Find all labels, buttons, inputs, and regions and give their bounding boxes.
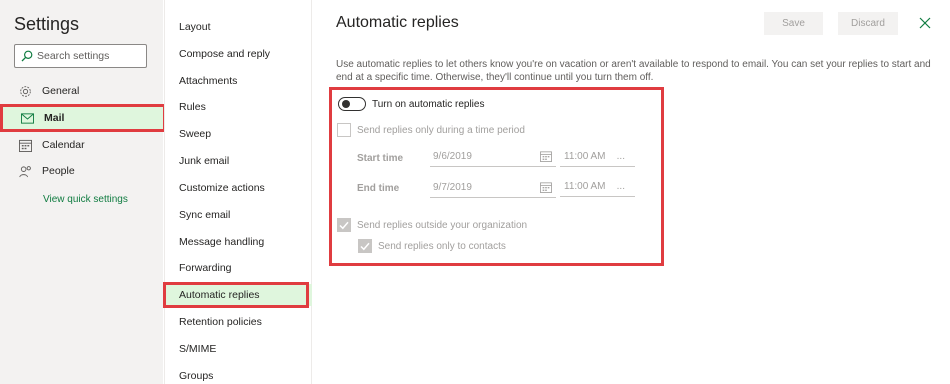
nav-item-calendar[interactable]: Calendar [0, 133, 163, 157]
page-title: Automatic replies [336, 14, 459, 31]
search-settings-box[interactable] [14, 44, 147, 68]
discard-button[interactable]: Discard [838, 12, 898, 35]
sub-item-forwarding[interactable]: Forwarding [165, 257, 312, 279]
sub-item-rules[interactable]: Rules [165, 96, 312, 118]
save-button[interactable]: Save [764, 12, 823, 35]
nav-item-mail[interactable]: Mail [0, 104, 166, 132]
automatic-replies-toggle-row[interactable]: Turn on automatic replies [338, 97, 484, 111]
settings-sidebar: Settings General Mail Calendar People Vi… [0, 0, 166, 384]
automatic-replies-toggle[interactable] [338, 97, 366, 111]
mail-icon [20, 111, 34, 125]
outside-org-row[interactable]: Send replies outside your organization [337, 218, 527, 232]
start-date-field[interactable]: 9/6/2019 [430, 147, 556, 167]
end-time-label: End time [357, 183, 400, 194]
sub-item-retention-policies[interactable]: Retention policies [165, 311, 312, 333]
outside-org-label: Send replies outside your organization [357, 219, 528, 231]
people-icon [18, 164, 32, 178]
outside-org-checkbox[interactable] [337, 218, 351, 232]
calendar-icon [18, 138, 32, 152]
end-time-field[interactable]: 11:00 AM ... [560, 177, 635, 197]
sub-item-junk-email[interactable]: Junk email [165, 150, 312, 172]
sub-item-automatic-replies-label: Automatic replies [179, 289, 260, 301]
search-icon [21, 50, 33, 62]
sub-item-attachments[interactable]: Attachments [165, 70, 312, 92]
start-date-value: 9/6/2019 [433, 151, 472, 162]
end-time-value: 11:00 AM [564, 181, 606, 192]
time-period-row[interactable]: Send replies only during a time period [337, 123, 525, 137]
mail-settings-list: Layout Compose and reply Attachments Rul… [163, 0, 312, 384]
close-icon[interactable] [917, 15, 933, 31]
calendar-icon[interactable] [540, 151, 552, 162]
start-time-value: 11:00 AM [564, 151, 606, 162]
description-text: Use automatic replies to let others know… [336, 59, 931, 83]
calendar-icon[interactable] [540, 182, 552, 193]
checkmark-icon [339, 221, 349, 229]
toggle-label: Turn on automatic replies [372, 98, 485, 110]
gear-icon [18, 84, 32, 98]
time-period-checkbox[interactable] [337, 123, 351, 137]
nav-label-general: General [42, 85, 80, 97]
toggle-knob [342, 100, 350, 108]
sub-item-message-handling[interactable]: Message handling [165, 231, 312, 253]
checkmark-icon [360, 242, 370, 250]
end-date-field[interactable]: 9/7/2019 [430, 178, 556, 198]
contacts-only-row[interactable]: Send replies only to contacts [358, 239, 506, 253]
start-time-label: Start time [357, 153, 404, 164]
sub-item-sync-email[interactable]: Sync email [165, 204, 312, 226]
sub-item-compose-and-reply[interactable]: Compose and reply [165, 43, 312, 65]
sub-item-layout[interactable]: Layout [165, 16, 312, 38]
sub-item-customize-actions[interactable]: Customize actions [165, 177, 312, 199]
time-period-label: Send replies only during a time period [357, 124, 525, 136]
start-time-field[interactable]: 11:00 AM ... [560, 147, 635, 167]
contacts-only-checkbox[interactable] [358, 239, 372, 253]
nav-label-mail: Mail [44, 112, 65, 124]
sub-item-groups[interactable]: Groups [165, 365, 312, 384]
sub-item-automatic-replies[interactable]: Automatic replies [163, 282, 312, 308]
start-time-more: ... [616, 151, 625, 162]
contacts-only-label: Send replies only to contacts [378, 240, 506, 252]
sub-item-smime[interactable]: S/MIME [165, 338, 312, 360]
end-date-value: 9/7/2019 [433, 182, 472, 193]
nav-item-general[interactable]: General [0, 79, 163, 103]
automatic-replies-panel: Automatic replies Save Discard Use autom… [313, 0, 950, 384]
nav-label-calendar: Calendar [42, 139, 85, 151]
nav-item-people[interactable]: People [0, 159, 163, 183]
search-settings-input[interactable] [37, 50, 137, 62]
sub-item-sweep[interactable]: Sweep [165, 123, 312, 145]
end-time-more: ... [616, 181, 625, 192]
settings-title: Settings [14, 14, 80, 34]
view-quick-settings-link[interactable]: View quick settings [43, 194, 128, 205]
nav-label-people: People [42, 165, 75, 177]
